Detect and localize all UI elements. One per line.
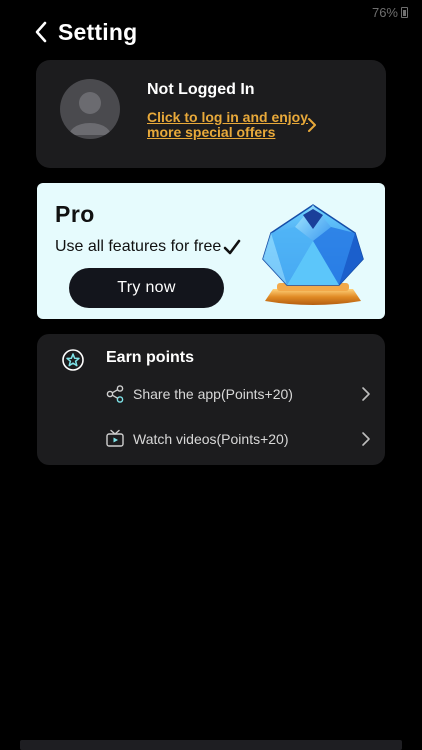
pro-banner[interactable]: Pro Use all features for free Try now xyxy=(37,183,385,319)
chevron-right-icon xyxy=(362,432,370,446)
back-button[interactable] xyxy=(30,16,52,48)
user-avatar-icon xyxy=(69,92,111,135)
share-app-item[interactable]: Share the app(Points+20) xyxy=(105,380,373,408)
page-title: Setting xyxy=(58,18,138,45)
login-link[interactable]: Click to log in and enjoy more special o… xyxy=(147,110,312,140)
star-badge-icon xyxy=(62,349,84,371)
chevron-left-icon xyxy=(35,21,47,43)
earn-points-card: Earn points Share the app(Points+20) Wat… xyxy=(37,334,385,465)
pro-title: Pro xyxy=(55,201,95,227)
video-icon xyxy=(106,429,124,447)
account-card[interactable]: Not Logged In Click to log in and enjoy … xyxy=(36,60,386,168)
watch-videos-item[interactable]: Watch videos(Points+20) xyxy=(105,425,373,453)
chevron-right-icon[interactable] xyxy=(304,116,320,134)
watch-videos-label: Watch videos(Points+20) xyxy=(133,431,289,447)
battery-level: 76% xyxy=(371,5,398,20)
battery-icon xyxy=(401,7,408,18)
avatar[interactable] xyxy=(60,79,120,139)
bottom-bar xyxy=(20,740,402,750)
try-now-button[interactable]: Try now xyxy=(69,268,224,308)
share-app-label: Share the app(Points+20) xyxy=(133,386,293,402)
chevron-right-icon xyxy=(362,387,370,401)
header: Setting xyxy=(30,16,137,48)
check-icon xyxy=(223,239,241,255)
pro-description: Use all features for free xyxy=(55,238,241,256)
pro-description-text: Use all features for free xyxy=(55,238,222,255)
login-status: Not Logged In xyxy=(147,81,255,98)
status-battery: 76% xyxy=(372,5,408,20)
diamond-icon xyxy=(262,204,364,305)
share-icon xyxy=(106,385,124,403)
earn-points-title: Earn points xyxy=(106,349,195,366)
